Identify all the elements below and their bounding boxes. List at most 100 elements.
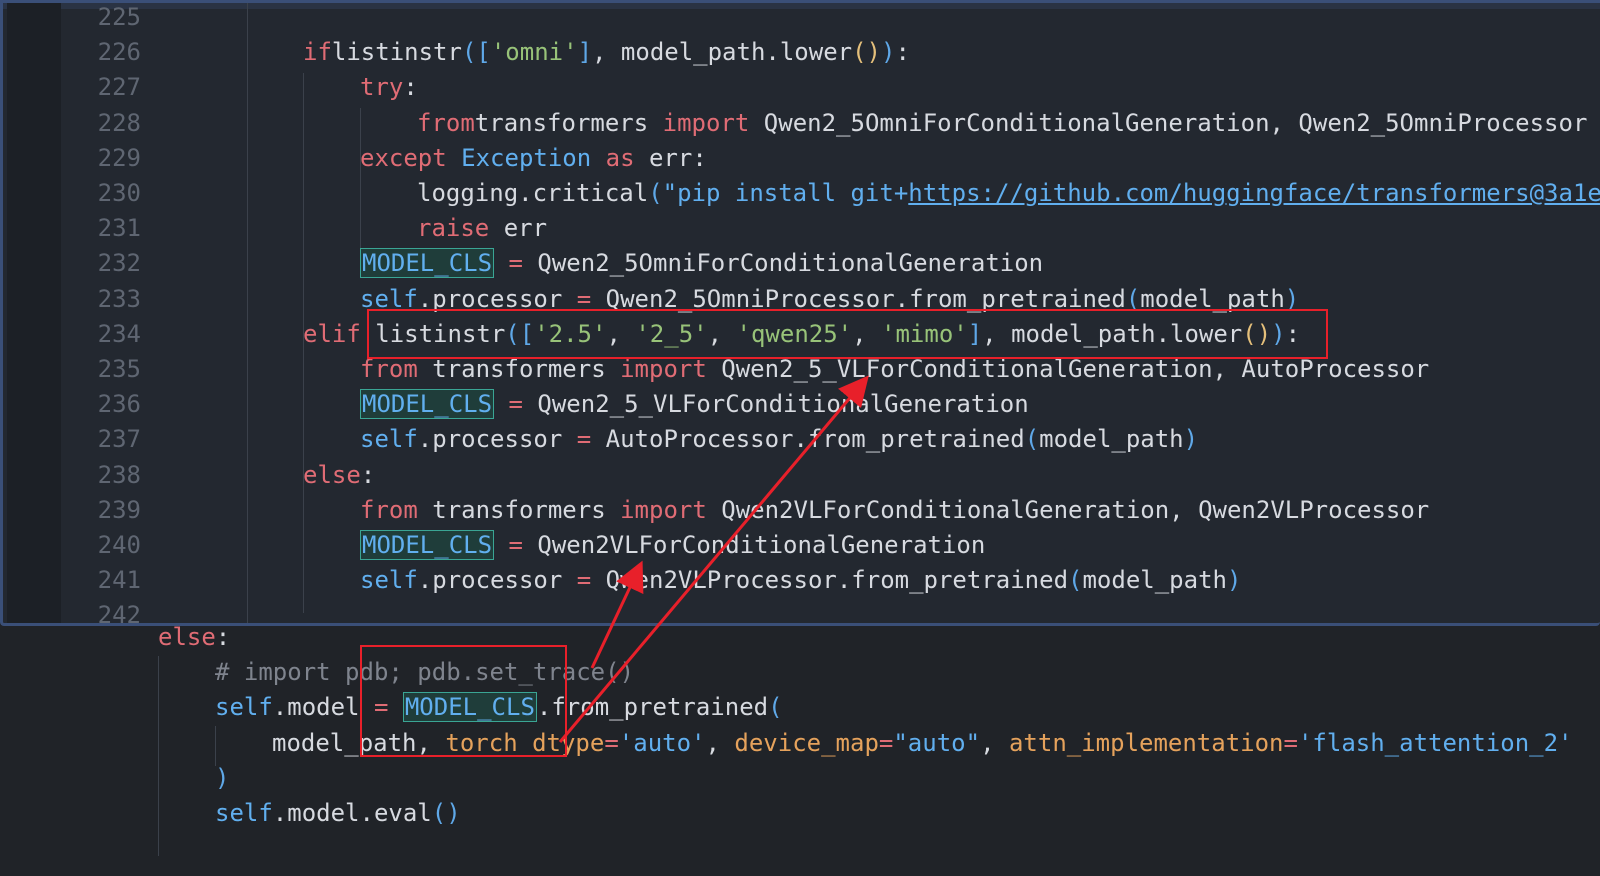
line-number: 236 <box>97 390 141 419</box>
code-token: = <box>576 425 592 454</box>
code-token: from <box>417 108 475 137</box>
code-line[interactable]: 229 except Exception as err: <box>3 140 1600 176</box>
code-token: .model.eval <box>272 799 432 827</box>
code-token: attn_implementation <box>1008 728 1284 757</box>
line-number: 238 <box>97 460 141 489</box>
code-token: elif <box>303 319 361 348</box>
code-token: "pip install git+ <box>662 179 909 207</box>
code-text: MODEL_CLS = Qwen2VLForConditionalGenerat… <box>360 527 985 563</box>
code-token: Exception <box>446 143 606 172</box>
code-line[interactable]: 238 else: <box>3 457 1600 493</box>
code-token: as <box>605 143 635 172</box>
code-token: Qwen2_5_VLForConditionalGeneration, Auto… <box>706 355 1430 383</box>
code-text: MODEL_CLS = Qwen2_5_VLForConditionalGene… <box>360 386 1029 422</box>
code-token: "auto" <box>893 728 981 757</box>
code-line[interactable]: 237 self.processor = AutoProcessor.from_p… <box>3 421 1600 457</box>
code-token: 'auto' <box>618 728 706 757</box>
line-number: 229 <box>97 143 141 172</box>
code-line[interactable]: 230 logging.critical("pip install git+htt… <box>3 175 1600 211</box>
code-text: iflistinstr(['omni'], model_path.lower()… <box>303 34 910 70</box>
code-token: = <box>576 566 592 595</box>
code-token: ( <box>1024 425 1040 454</box>
code-token: raise <box>417 214 490 243</box>
code-token: err: <box>634 143 707 172</box>
code-token: self <box>360 425 418 454</box>
code-token: , <box>705 728 735 757</box>
code-text: else: <box>158 626 230 655</box>
code-line[interactable]: 242 <box>3 597 1600 626</box>
code-line[interactable]: 240 MODEL_CLS = Qwen2VLForConditionalGene… <box>3 527 1600 563</box>
code-token: else <box>303 460 361 489</box>
line-number: 242 <box>97 601 141 626</box>
highlighted-token: MODEL_CLS <box>360 248 495 279</box>
code-line[interactable]: 232 MODEL_CLS = Qwen2_5OmniForConditional… <box>3 245 1600 281</box>
code-line[interactable]: self.model = MODEL_CLS.from_pretrained( <box>0 689 1600 725</box>
code-text: self.model.eval() <box>215 795 461 831</box>
code-token: transformers <box>417 355 621 383</box>
line-number: 235 <box>97 355 141 383</box>
code-token: logging.critical <box>417 179 649 207</box>
code-editor-bottom: else: # import pdb; pdb.set_trace() self.m… <box>0 626 1600 876</box>
code-text: except Exception as err: <box>360 140 707 176</box>
code-token: : <box>403 73 418 102</box>
code-text: MODEL_CLS = Qwen2_5OmniForConditionalGen… <box>360 245 1043 281</box>
line-number: 226 <box>97 38 141 67</box>
code-line[interactable]: 241 self.processor = Qwen2VLProcessor.fro… <box>3 562 1600 598</box>
code-token: Qwen2_5OmniForConditionalGeneration, Qwe… <box>749 108 1588 137</box>
code-token: = <box>1283 728 1298 757</box>
code-text: self.processor = AutoProcessor.from_pret… <box>360 421 1198 457</box>
code-token: device_map <box>734 728 879 757</box>
code-token: = <box>508 531 523 559</box>
annotation-box-elif-condition <box>367 309 1328 359</box>
code-token: ) <box>1226 566 1242 595</box>
code-token: = <box>604 728 619 757</box>
code-line[interactable]: else: <box>0 626 1600 655</box>
code-token: ( <box>1068 566 1083 595</box>
line-number: 240 <box>97 531 141 559</box>
line-number: 234 <box>97 319 141 348</box>
line-number: 233 <box>97 284 141 313</box>
code-token: ([ <box>461 38 491 67</box>
line-number: 239 <box>97 495 141 524</box>
code-token: transformers <box>474 108 663 137</box>
code-text: fromtransformers import Qwen2_5OmniForCo… <box>417 105 1587 141</box>
code-line[interactable]: 226 iflistinstr(['omni'], model_path.lowe… <box>3 34 1600 70</box>
code-token: err <box>489 214 548 243</box>
code-token: import <box>620 495 707 524</box>
code-token: Qwen2VLForConditionalGeneration <box>522 531 986 559</box>
code-line[interactable]: 231 raise err <box>3 210 1600 246</box>
code-line[interactable]: 228 fromtransformers import Qwen2_5OmniFo… <box>3 105 1600 141</box>
code-token: model_path <box>1082 566 1227 595</box>
code-line[interactable]: ) <box>0 760 1600 796</box>
code-token: .processor <box>417 425 577 454</box>
code-token: ( <box>648 179 663 207</box>
code-token: , <box>980 728 1009 757</box>
code-token: from <box>360 495 418 524</box>
code-token: .model <box>272 693 374 722</box>
code-line[interactable]: # import pdb; pdb.set_trace() <box>0 654 1600 690</box>
line-number: 225 <box>97 3 141 31</box>
code-token: : <box>895 38 910 67</box>
code-token: = <box>508 249 523 278</box>
code-token: self <box>360 566 418 595</box>
code-line[interactable]: 225 <box>3 3 1600 35</box>
code-token: except <box>360 143 447 172</box>
code-token: () <box>852 38 882 67</box>
code-line[interactable]: self.model.eval() <box>0 795 1600 831</box>
code-line[interactable]: model_path, torch_dtype='auto', device_m… <box>0 725 1600 761</box>
code-token: from <box>360 355 418 383</box>
code-line[interactable]: 227 try: <box>3 69 1600 105</box>
code-text: from transformers import Qwen2VLForCondi… <box>360 492 1429 528</box>
line-number: 232 <box>97 249 141 278</box>
code-token: , model_path.lower <box>592 38 853 67</box>
code-line[interactable]: 236 MODEL_CLS = Qwen2_5_VLForConditionalG… <box>3 386 1600 422</box>
code-token: transformers <box>417 495 621 524</box>
code-line[interactable]: 239 from transformers import Qwen2VLForCo… <box>3 492 1600 528</box>
code-token: self <box>215 693 273 722</box>
code-token: try <box>360 73 404 102</box>
code-token: model_path <box>1039 425 1184 454</box>
code-text: raise err <box>417 210 547 246</box>
highlighted-token: MODEL_CLS <box>360 389 495 420</box>
code-text: else: <box>303 457 375 493</box>
